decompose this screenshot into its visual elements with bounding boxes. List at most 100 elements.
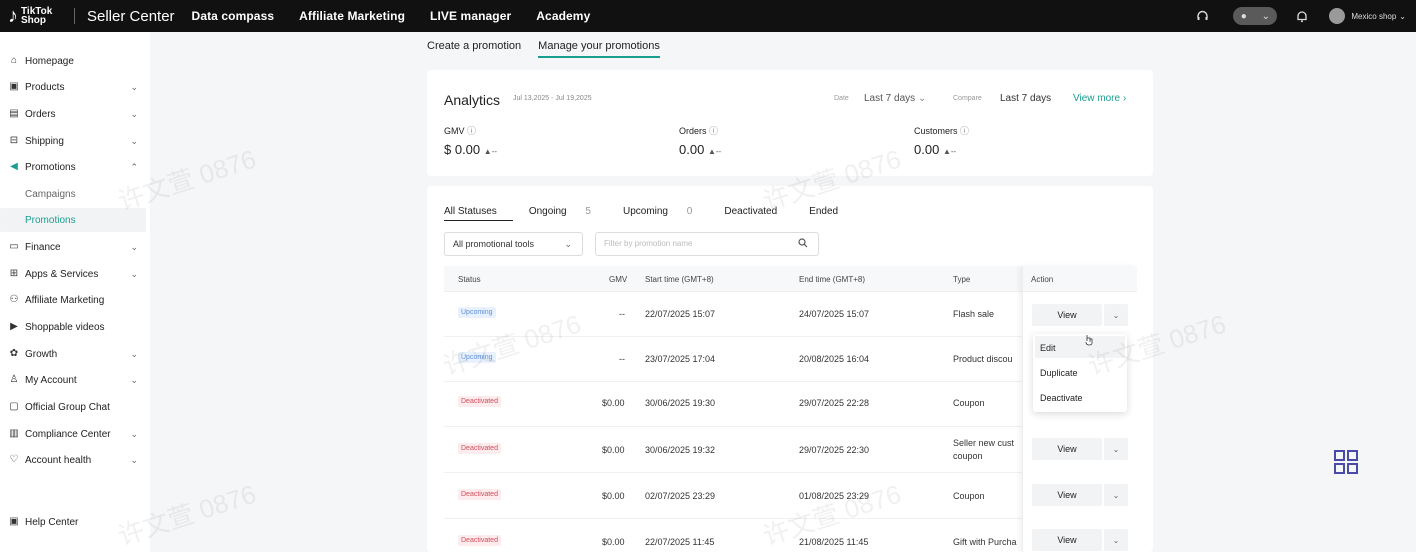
megaphone-icon: ◀ [10,161,18,172]
sidebar-item-growth[interactable]: ✿ Growth ⌄ [0,342,146,366]
header-action: Action [1023,266,1137,292]
header-end-time: End time (GMT+8) [799,275,866,284]
shop-name[interactable]: Mexico shop [1351,12,1396,21]
tab-ongoing[interactable]: Ongoing 5 [529,206,607,221]
question-icon[interactable]: ⓘ [467,126,476,136]
brand-title[interactable]: Seller Center [87,8,175,25]
user-icon: ♙ [9,374,19,385]
sidebar-item-promotions[interactable]: ◀ Promotions ⌃ [0,155,146,179]
view-button[interactable]: View [1032,304,1102,326]
more-actions-button[interactable]: ⌄ [1104,304,1128,326]
compare-select[interactable]: Last 7 days [1000,93,1051,104]
tab-upcoming[interactable]: Upcoming 0 [623,206,708,221]
header-start-time: Start time (GMT+8) [645,275,714,284]
tab-all-statuses[interactable]: All Statuses [444,206,513,221]
header-type: Type [953,275,971,284]
chat-bubble-icon: ● [1240,10,1247,22]
promotion-search-input[interactable]: Filter by promotion name [595,232,819,256]
chat-menu-button[interactable]: ● ⌄ [1233,7,1278,25]
start-time-cell: 30/06/2025 19:32 [645,445,716,455]
wallet-icon: ▭ [9,241,19,252]
chevron-down-icon: ⌄ [130,454,138,465]
sidebar-item-shoppable-videos[interactable]: ▶ Shoppable videos [0,315,146,339]
analytics-card: Analytics Jul 13,2025 - Jul 19,2025 Date… [427,70,1153,176]
metric-gmv: GMV ⓘ $ 0.00 ▲-- [444,126,498,157]
people-icon: ⚇ [9,294,19,305]
search-icon[interactable] [798,238,808,251]
menu-item-deactivate[interactable]: Deactivate [1035,386,1125,408]
sidebar-item-compliance-center[interactable]: ▥ Compliance Center ⌄ [0,422,146,446]
apps-grid-icon[interactable] [1334,450,1358,474]
bell-icon[interactable] [1295,9,1309,23]
type-cell: Seller new cust [953,438,1015,448]
status-badge: Deactivated [458,535,501,546]
sidebar-item-campaigns[interactable]: Campaigns [0,182,146,206]
sidebar-help-center[interactable]: ▣ Help Center [0,510,146,534]
question-icon[interactable]: ⓘ [709,126,718,136]
tab-create-promotion[interactable]: Create a promotion [427,40,521,58]
compliance-icon: ▥ [9,428,19,439]
gmv-cell: $0.00 [602,537,625,547]
date-select[interactable]: Last 7 days ⌄ [864,93,926,104]
health-icon: ♡ [9,454,19,465]
sidebar-item-products[interactable]: ▣ Products ⌄ [0,75,146,99]
end-time-cell: 29/07/2025 22:28 [799,398,870,408]
end-time-cell: 01/08/2025 23:29 [799,491,870,501]
tab-manage-promotions[interactable]: Manage your promotions [538,40,660,58]
tiktok-note-icon: ♪ [8,5,18,27]
end-time-cell: 24/07/2025 15:07 [799,309,870,319]
start-time-cell: 30/06/2025 19:30 [645,398,716,408]
chevron-down-icon: ⌄ [917,93,927,104]
end-time-cell: 29/07/2025 22:30 [799,445,870,455]
nav-affiliate-marketing[interactable]: Affiliate Marketing [299,9,405,23]
status-badge: Deactivated [458,489,501,500]
hand-cursor-icon [1085,335,1093,346]
sidebar-item-finance[interactable]: ▭ Finance ⌄ [0,235,146,259]
help-icon: ▣ [9,516,19,527]
chevron-down-icon: ⌄ [130,108,138,119]
end-time-cell: 21/08/2025 11:45 [799,537,869,547]
chevron-down-icon: ⌄ [130,135,138,146]
question-icon[interactable]: ⓘ [960,126,969,136]
menu-item-duplicate[interactable]: Duplicate [1035,361,1125,383]
gmv-cell: $0.00 [602,491,625,501]
chevron-down-icon: ⌄ [130,348,138,359]
more-actions-button[interactable]: ⌄ [1104,438,1128,460]
sidebar-item-my-account[interactable]: ♙ My Account ⌄ [0,368,146,392]
more-actions-button[interactable]: ⌄ [1104,529,1128,551]
promotional-tools-select[interactable]: All promotional tools ⌄ [444,232,583,256]
sidebar-item-promotions-sub[interactable]: Promotions [0,208,146,232]
start-time-cell: 02/07/2025 23:29 [645,491,716,501]
chevron-down-icon: ⌄ [130,81,138,92]
nav-data-compass[interactable]: Data compass [192,9,275,23]
topbar-divider [74,8,75,24]
menu-item-edit[interactable]: Edit [1035,336,1125,358]
avatar[interactable] [1329,8,1346,24]
truck-icon: ⊟ [9,135,19,146]
end-time-cell: 20/08/2025 16:04 [799,354,870,364]
shop-chevron-icon[interactable]: ⌄ [1399,12,1406,21]
sidebar-item-orders[interactable]: ▤ Orders ⌄ [0,102,146,126]
headset-icon[interactable] [1195,9,1209,23]
nav-live-manager[interactable]: LIVE manager [430,9,511,23]
gmv-cell: $0.00 [602,398,625,408]
sidebar-item-shipping[interactable]: ⊟ Shipping ⌄ [0,129,146,153]
clipboard-icon: ▤ [9,108,19,119]
chevron-up-icon: ⌃ [130,161,138,172]
start-time-cell: 22/07/2025 15:07 [645,309,716,319]
more-actions-button[interactable]: ⌄ [1104,484,1128,506]
tab-ended[interactable]: Ended [809,206,854,221]
view-more-link[interactable]: View more › [1073,93,1126,104]
sidebar-item-homepage[interactable]: ⌂ Homepage [0,49,146,73]
view-button[interactable]: View [1032,484,1102,506]
nav-academy[interactable]: Academy [536,9,590,23]
view-button[interactable]: View [1032,438,1102,460]
tab-deactivated[interactable]: Deactivated [724,206,793,221]
sidebar-item-account-health[interactable]: ♡ Account health ⌄ [0,448,146,472]
sidebar-item-apps-services[interactable]: ⊞ Apps & Services ⌄ [0,262,146,286]
sidebar-item-affiliate-marketing[interactable]: ⚇ Affiliate Marketing [0,288,146,312]
sidebar-item-official-group-chat[interactable]: ▢ Official Group Chat [0,395,146,419]
chevron-right-icon: › [1122,93,1127,104]
view-button[interactable]: View [1032,529,1102,551]
tiktok-shop-logo[interactable]: ♪ TikTok Shop [8,6,70,26]
